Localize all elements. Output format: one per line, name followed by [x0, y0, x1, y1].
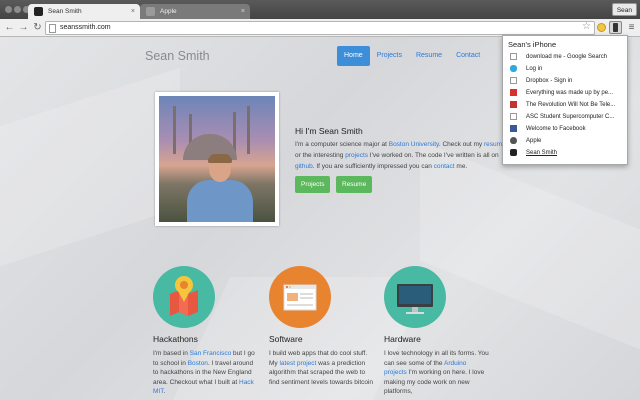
bio-text-part: . Check out my: [438, 141, 484, 148]
resume-button[interactable]: Resume: [336, 176, 373, 193]
popup-item-supercomputer[interactable]: ASC Student Supercomputer C...: [508, 112, 626, 123]
address-bar[interactable]: seanssmith.com ☆: [45, 21, 595, 35]
forward-icon[interactable]: →: [17, 21, 30, 34]
popup-item-facebook[interactable]: Welcome to Facebook: [508, 124, 626, 135]
bio-text-part: me.: [454, 163, 468, 170]
github-link[interactable]: github: [295, 163, 313, 170]
nav-contact[interactable]: Contact: [449, 46, 487, 66]
boston-link[interactable]: Boston: [188, 360, 208, 367]
profile-button[interactable]: Sean: [611, 3, 637, 16]
popup-item-google-search[interactable]: download me - Google Search: [508, 52, 626, 63]
red-favicon-icon: [510, 101, 517, 108]
map-pin-icon: [170, 276, 198, 316]
site-brand[interactable]: Sean Smith: [145, 49, 210, 63]
tab-sean-smith[interactable]: Sean Smith ×: [28, 4, 140, 19]
red-favicon-icon: [510, 89, 517, 96]
hardware-text: I love technology in all its forms. You …: [384, 349, 489, 397]
bio-text-part: I'm a computer science major at: [295, 141, 389, 148]
popup-item-sean-smith[interactable]: Sean Smith: [508, 148, 626, 159]
popup-item-label: Everything was made up by pe...: [526, 90, 614, 96]
nav-resume[interactable]: Resume: [409, 46, 449, 66]
site-favicon-icon: [34, 7, 43, 16]
smiley-extension-icon[interactable]: [597, 23, 606, 32]
browser-titlebar: Sean Smith × Apple × Sean: [0, 0, 640, 19]
projects-link[interactable]: projects: [345, 152, 368, 159]
tab-apple[interactable]: Apple ×: [140, 4, 250, 19]
apple-icon: [146, 7, 155, 16]
popup-item-label: Log in: [526, 66, 543, 72]
monitor-icon: [397, 284, 433, 314]
hackathons-text-part: I'm based in: [153, 350, 190, 357]
page-icon: [49, 24, 56, 33]
software-text: I build web apps that do cool stuff. My …: [269, 349, 374, 387]
popup-item-label: Sean Smith: [526, 150, 558, 156]
popup-item-label: Apple: [526, 138, 542, 144]
menu-icon[interactable]: ≡: [625, 21, 638, 34]
boston-university-link[interactable]: Boston University: [389, 141, 439, 148]
bio-text-part: I've worked on. The code I've written is…: [368, 152, 499, 159]
window-close-icon[interactable]: [5, 6, 12, 13]
software-circle: [269, 266, 331, 328]
popup-item-twitter[interactable]: Log in: [508, 64, 626, 75]
url-text: seanssmith.com: [60, 24, 111, 31]
projects-button[interactable]: Projects: [295, 176, 331, 193]
contact-link[interactable]: contact: [434, 163, 455, 170]
popup-item-apple[interactable]: Apple: [508, 136, 626, 147]
site-favicon-icon: [510, 149, 517, 156]
tab-label: Apple: [160, 8, 177, 15]
browser-window-icon: [283, 284, 317, 311]
page-icon: [510, 53, 517, 60]
software-title: Software: [269, 334, 303, 344]
popup-item-revolution[interactable]: The Revolution Will Not Be Tele...: [508, 100, 626, 111]
popup-item-label: ASC Student Supercomputer C...: [526, 114, 615, 120]
facebook-icon: [510, 125, 517, 132]
tab-close-icon[interactable]: ×: [131, 4, 135, 19]
hardware-text-part: I love technology in all its forms. You …: [384, 350, 489, 367]
bookmark-star-icon[interactable]: ☆: [582, 21, 591, 32]
popup-item-label: Welcome to Facebook: [526, 126, 586, 132]
back-icon[interactable]: ←: [3, 21, 16, 34]
bio-text: I'm a computer science major at Boston U…: [295, 128, 510, 172]
nav-home[interactable]: Home: [337, 46, 370, 66]
latest-project-link[interactable]: latest project: [279, 360, 316, 367]
reload-icon[interactable]: ↻: [31, 21, 44, 34]
phone-extension-icon[interactable]: [609, 21, 622, 34]
tab-close-icon[interactable]: ×: [241, 4, 245, 19]
profile-photo: [155, 92, 279, 226]
san-francisco-link[interactable]: San Francisco: [190, 350, 232, 357]
page-icon: [510, 77, 517, 84]
hackathons-text-part: .: [163, 388, 166, 395]
popup-item-label: download me - Google Search: [526, 54, 608, 60]
popup-title: Sean's iPhone: [508, 40, 557, 49]
hackathons-title: Hackathons: [153, 334, 198, 344]
page-icon: [510, 113, 517, 120]
hardware-circle: [384, 266, 446, 328]
hackathons-circle: [153, 266, 215, 328]
site-nav: Home Projects Resume Contact: [337, 46, 487, 66]
popup-item-made-up[interactable]: Everything was made up by pe...: [508, 88, 626, 99]
popup-item-dropbox[interactable]: Dropbox - Sign in: [508, 76, 626, 87]
window-minimize-icon[interactable]: [14, 6, 21, 13]
bio-text-part: . If you are sufficiently impressed you …: [312, 163, 434, 170]
tab-label: Sean Smith: [48, 8, 82, 15]
hardware-title: Hardware: [384, 334, 421, 344]
twitter-icon: [510, 65, 517, 72]
popup-item-label: The Revolution Will Not Be Tele...: [526, 102, 616, 108]
nav-projects[interactable]: Projects: [370, 46, 409, 66]
hackathons-text: I'm based in San Francisco but I go to s…: [153, 349, 258, 397]
apple-icon: [510, 137, 517, 144]
popup-item-label: Dropbox - Sign in: [526, 78, 573, 84]
iphone-tabs-popup: Sean's iPhone download me - Google Searc…: [502, 35, 628, 165]
